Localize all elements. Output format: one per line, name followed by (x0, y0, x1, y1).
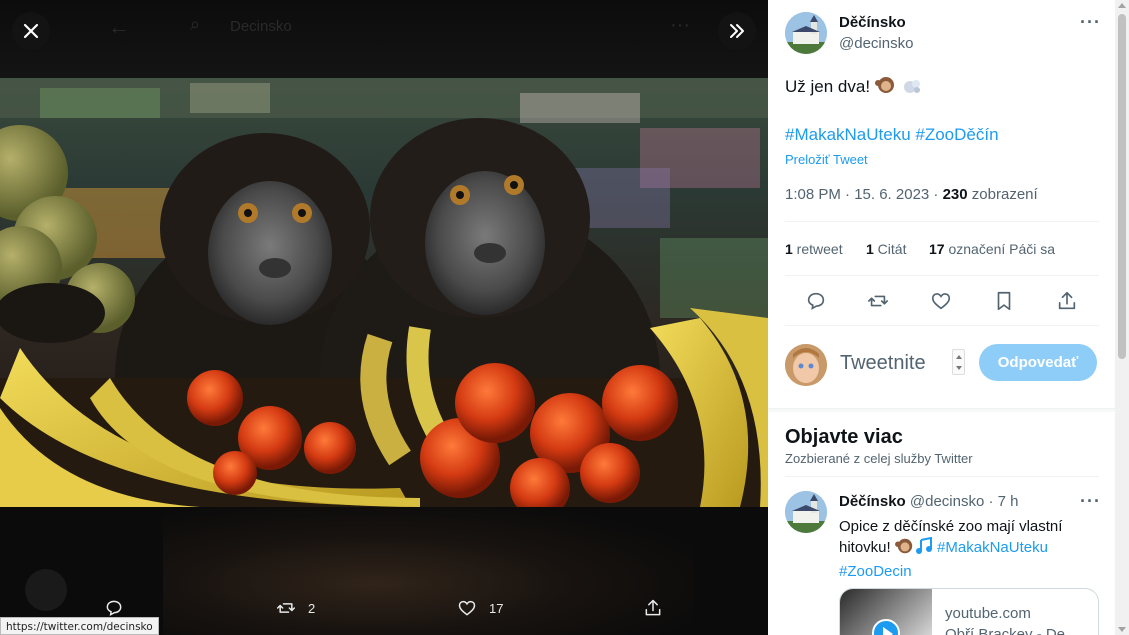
media-viewer: ← ⌕ Decinsko ··· 2 17 https://twitter.co… (0, 0, 768, 635)
ghost-more-icon: ··· (670, 14, 690, 36)
collapse-panel-button[interactable] (718, 12, 756, 50)
retweet-icon (868, 295, 888, 307)
retweet-stat[interactable]: 1 retweet (785, 241, 843, 257)
discover-post-header: Děčínsko @decinsko · 7 h (839, 493, 1019, 510)
tweet-views-count: 230 (942, 186, 968, 203)
link-card-title: Obří Brackey - De... (945, 626, 1078, 635)
link-card-thumbnail (840, 589, 932, 635)
translate-tweet-link[interactable]: Preložiť Tweet (785, 152, 868, 167)
close-icon (23, 23, 39, 39)
discover-post-text: Opice z děčínské zoo mají vlastní hitovk… (839, 516, 1099, 582)
tweet-more-icon[interactable]: ··· (1080, 12, 1101, 33)
divider-1 (785, 221, 1099, 222)
discover-post-line2-prefix: hitovku! (839, 539, 891, 556)
discover-post-time[interactable]: · 7 h (988, 493, 1018, 510)
tweet-text-content: Už jen dva! (785, 77, 871, 96)
reply-button[interactable] (805, 290, 827, 312)
discover-post-author[interactable]: Děčínsko (839, 493, 906, 510)
viewer-like-button[interactable]: 17 (457, 598, 503, 618)
discover-subtitle: Zozbierané z celej služby Twitter (785, 451, 973, 466)
share-icon (645, 599, 661, 616)
quote-stat[interactable]: 1 Citát (866, 241, 906, 257)
youtube-link-card[interactable]: youtube.com Obří Brackey - De... (839, 588, 1099, 635)
quote-stat-count: 1 (866, 241, 874, 257)
browser-status-url: https://twitter.com/decinsko (0, 617, 159, 635)
bookmark-icon (997, 291, 1011, 311)
reply-input-spinner[interactable] (952, 349, 965, 375)
section-separator (768, 408, 1115, 412)
background-header: ← ⌕ Decinsko ··· (0, 0, 768, 78)
tweet-views-label: zobrazení (967, 186, 1038, 203)
author-name[interactable]: Děčínsko (839, 14, 906, 31)
quote-stat-label: Citát (873, 241, 907, 257)
tweet-photo (0, 78, 768, 507)
viewer-retweet-button[interactable]: 2 (276, 598, 315, 618)
divider-4 (785, 476, 1099, 477)
tweet-timestamp: 1:08 PM · 15. 6. 2023 · 230 zobrazení (785, 186, 1038, 203)
reply-submit-button[interactable]: Odpovedať (979, 344, 1097, 381)
close-viewer-button[interactable] (12, 12, 50, 50)
reply-icon (106, 600, 122, 617)
discover-post-avatar[interactable] (785, 491, 827, 533)
like-button[interactable] (930, 290, 952, 312)
tweet-text: Už jen dva! (785, 75, 922, 100)
ghost-search-text: Decinsko (230, 18, 292, 35)
heart-icon (458, 600, 476, 616)
tweet-time[interactable]: 1:08 PM · 15. 6. 2023 · (785, 186, 943, 203)
back-arrow-icon: ← (108, 14, 130, 39)
retweet-button[interactable] (867, 290, 889, 312)
link-card-domain: youtube.com (945, 605, 1031, 622)
retweet-stat-count: 1 (785, 241, 793, 257)
discover-post-handle[interactable]: @decinsko (910, 493, 984, 510)
share-icon (1058, 291, 1076, 310)
monkey-emoji-icon (874, 75, 897, 100)
discover-title: Objavte viac (785, 426, 903, 448)
viewer-share-button[interactable] (643, 598, 663, 618)
like-stat[interactable]: 17 označení Páči sa (929, 241, 1055, 257)
user-avatar-image (785, 344, 827, 386)
divider-2 (785, 275, 1099, 276)
play-icon (872, 619, 900, 635)
discover-post-more-icon[interactable]: ··· (1080, 491, 1101, 512)
user-avatar[interactable] (785, 344, 827, 386)
bookmark-button[interactable] (993, 290, 1015, 312)
retweet-icon (276, 603, 296, 613)
music-note-emoji-icon (915, 536, 933, 561)
castle-avatar-image (785, 12, 827, 54)
viewer-retweet-count: 2 (308, 600, 316, 616)
scroll-up-arrow-icon[interactable] (1118, 3, 1126, 8)
search-icon: ⌕ (190, 14, 201, 34)
reply-input[interactable]: Tweetnite (840, 352, 926, 375)
viewer-reply-button[interactable] (104, 598, 124, 618)
like-stat-label: označení Páči sa (944, 241, 1056, 257)
castle-avatar-image (785, 491, 827, 533)
discover-post-line1: Opice z děčínské zoo mají vlastní (839, 518, 1063, 535)
monkey-emoji-icon (894, 537, 915, 561)
tweet-hashtags[interactable]: #MakakNaUteku #ZooDěčín (785, 125, 999, 145)
like-stat-count: 17 (929, 241, 945, 257)
monkeys-illustration (0, 78, 768, 507)
double-chevron-right-icon (730, 24, 744, 38)
author-avatar[interactable] (785, 12, 827, 54)
discover-post-line2: hitovku! #MakakNaUteku (839, 536, 1099, 561)
divider-3 (785, 325, 1099, 326)
discover-post-hashtag-1[interactable]: #MakakNaUteku (937, 539, 1048, 556)
panel-scrollbar[interactable] (1115, 0, 1129, 635)
viewer-like-count: 17 (489, 600, 504, 616)
heart-icon (931, 293, 951, 310)
dash-emoji-icon (902, 77, 922, 100)
discover-post-hashtag-2[interactable]: #ZooDecin (839, 561, 1099, 582)
tweet-detail-panel: Děčínsko @decinsko ··· Už jen dva! #Maka… (768, 0, 1115, 635)
share-button[interactable] (1056, 290, 1078, 312)
author-handle[interactable]: @decinsko (839, 35, 913, 52)
reply-icon (807, 292, 825, 310)
retweet-stat-label: retweet (792, 241, 843, 257)
scroll-down-arrow-icon[interactable] (1118, 627, 1126, 632)
scrollbar-thumb[interactable] (1118, 14, 1126, 359)
